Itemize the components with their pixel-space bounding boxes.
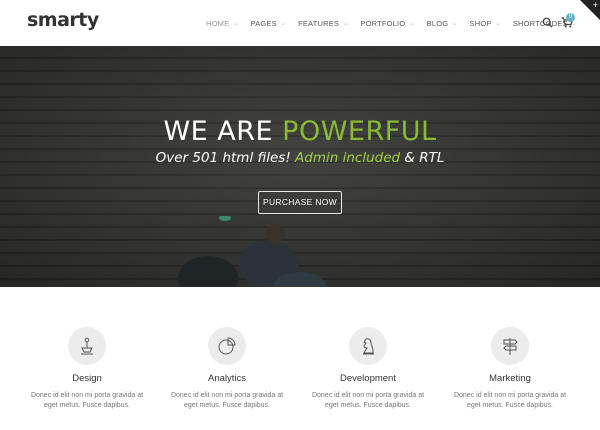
nav-item-label: HOME [206,18,230,28]
nav-item-blog[interactable]: BLOG ⌄ [421,19,464,28]
feature-analytics: Analytics Donec id elit non mi porta gra… [157,327,297,411]
plus-icon[interactable]: + [593,0,598,10]
signpost-icon [503,338,518,355]
hero-title-accent: POWERFUL [282,116,437,147]
nav-item-label: PAGES [250,18,277,28]
chess-knight-icon [363,338,374,355]
feature-icon-wrap [349,327,387,365]
features-section: Design Donec id elit non mi porta gravid… [0,287,600,430]
feature-title: Development [340,373,396,384]
nav-item-label: BLOG [426,18,449,28]
chevron-down-icon: ⌄ [495,20,501,27]
nav-item-label: SHORTCODES [512,18,568,28]
feature-title: Marketing [489,373,531,384]
nav-item-label: SHOP [469,18,492,28]
hero-subtitle: Over 501 html files! Admin included & RT… [0,150,600,166]
main-nav: HOME ⌄ PAGES ⌄ FEATURES ⌄ PORTFOLIO ⌄ BL… [200,0,583,46]
search-icon[interactable] [542,17,553,28]
cart-count-badge: 0 [566,13,575,22]
hero-title: WE ARE POWERFUL [0,116,600,147]
feature-description: Donec id elit non mi porta gravida at eg… [170,392,284,409]
feature-icon-wrap [68,327,106,365]
site-logo[interactable]: smarty [27,9,99,31]
feature-icon-wrap [491,327,529,365]
chevron-down-icon: ⌄ [452,20,458,27]
chevron-down-icon: ⌄ [233,20,239,27]
nav-item-home[interactable]: HOME ⌄ [200,19,245,28]
feature-icon-wrap [208,327,246,365]
feature-description: Donec id elit non mi porta gravida at eg… [311,392,425,409]
nav-item-features[interactable]: FEATURES ⌄ [292,19,354,28]
feature-title: Analytics [207,373,246,384]
chevron-down-icon: ⌄ [343,20,349,27]
lamp-icon [81,337,93,355]
nav-item-label: FEATURES [298,18,340,28]
site-header: smarty HOME ⌄ PAGES ⌄ FEATURES ⌄ PORTFOL… [0,0,600,46]
purchase-now-button[interactable]: PURCHASE NOW [258,191,342,214]
hero-banner: WE ARE POWERFUL Over 501 html files! Adm… [0,46,600,287]
feature-development: Development Donec id elit non mi porta g… [298,327,438,411]
hero-subtitle-text-end: & RTL [400,150,445,166]
nav-item-shop[interactable]: SHOP ⌄ [464,19,507,28]
chevron-down-icon: ⌄ [409,20,415,27]
hero-people-image [178,216,326,287]
feature-title: Design [72,373,102,384]
nav-item-label: PORTFOLIO [360,18,406,28]
nav-item-portfolio[interactable]: PORTFOLIO ⌄ [354,19,420,28]
hero-subtitle-text: Over 501 html files! [155,150,296,166]
hero-subtitle-accent: Admin included [295,150,401,166]
feature-design: Design Donec id elit non mi porta gravid… [17,327,157,411]
hero-title-text: WE ARE [163,116,283,147]
feature-description: Donec id elit non mi porta gravida at eg… [453,392,567,409]
nav-item-pages[interactable]: PAGES ⌄ [245,19,293,28]
feature-marketing: Marketing Donec id elit non mi porta gra… [440,327,580,411]
feature-description: Donec id elit non mi porta gravida at eg… [30,392,144,409]
chevron-down-icon: ⌄ [280,20,287,27]
pie-chart-icon [218,337,236,355]
